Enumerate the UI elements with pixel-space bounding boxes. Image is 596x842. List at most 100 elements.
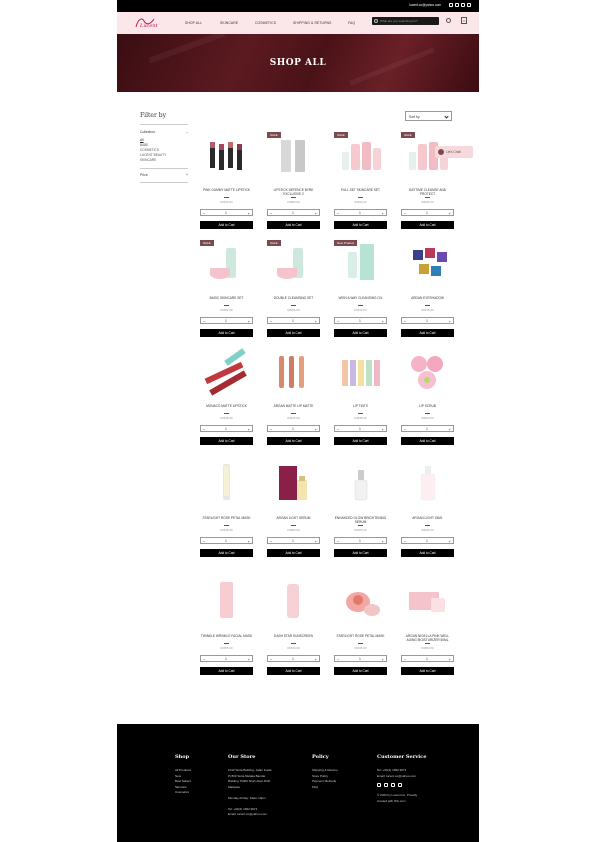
add-to-cart-button[interactable]: Add to Cart	[334, 329, 387, 337]
product-image[interactable]	[401, 576, 454, 629]
add-to-cart-button[interactable]: Add to Cart	[334, 221, 387, 229]
minus-icon[interactable]: −	[270, 657, 272, 662]
product-name[interactable]: DOUBLE CLEANSING SET	[267, 296, 320, 300]
youtube-icon[interactable]	[391, 783, 395, 787]
product-card[interactable]: LIP TINTS RM38.00 − 1 + Add to Cart	[334, 346, 387, 448]
instagram-icon[interactable]	[449, 3, 453, 7]
quantity-stepper[interactable]: − 1 +	[200, 317, 253, 324]
add-to-cart-button[interactable]: Add to Cart	[200, 329, 253, 337]
product-name[interactable]: FULL SET SKINCARE SET	[334, 188, 387, 192]
product-name[interactable]: BASIC SKINCARE SET	[200, 296, 253, 300]
minus-icon[interactable]: −	[270, 539, 272, 544]
minus-icon[interactable]: −	[203, 539, 205, 544]
minus-icon[interactable]: −	[337, 211, 339, 216]
product-card[interactable]: STARLIGHT ROSE PETAL MASK RM45.00 − 1 + …	[200, 458, 253, 560]
quantity-stepper[interactable]: − 1 +	[401, 209, 454, 216]
plus-icon[interactable]: +	[382, 319, 384, 324]
plus-icon[interactable]: +	[315, 427, 317, 432]
quantity-stepper[interactable]: − 1 +	[334, 317, 387, 324]
minus-icon[interactable]: −	[404, 427, 406, 432]
product-name[interactable]: LIP TINTS	[334, 404, 387, 408]
product-name[interactable]: ARGAN NIGELLA PINK WELL AGING MOISTURIZE…	[401, 634, 454, 642]
product-image[interactable]	[267, 458, 320, 511]
plus-icon[interactable]: +	[315, 539, 317, 544]
product-card[interactable]: SALE LIPSTICK DEFENCE BYRE EXCLUSIVE 2 R…	[267, 130, 320, 232]
nav-faq[interactable]: FAQ	[348, 21, 368, 25]
minus-icon[interactable]: −	[337, 539, 339, 544]
product-name[interactable]: DAYTIME CLEANSE AND PROTECT	[401, 188, 454, 196]
product-name[interactable]: DASH STAR SUNSCREEN	[267, 634, 320, 638]
plus-icon[interactable]: +	[382, 211, 384, 216]
minus-icon[interactable]: −	[270, 427, 272, 432]
product-image[interactable]	[334, 576, 387, 629]
add-to-cart-button[interactable]: Add to Cart	[334, 549, 387, 557]
quantity-stepper[interactable]: − 1 +	[267, 537, 320, 544]
plus-icon[interactable]: +	[382, 657, 384, 662]
account-icon[interactable]	[446, 18, 451, 23]
add-to-cart-button[interactable]: Add to Cart	[401, 329, 454, 337]
plus-icon[interactable]: +	[449, 539, 451, 544]
quantity-stepper[interactable]: − 1 +	[401, 317, 454, 324]
product-name[interactable]: LIPSTICK DEFENCE BYRE EXCLUSIVE 2	[267, 188, 320, 196]
plus-icon[interactable]: +	[248, 427, 250, 432]
product-image[interactable]	[200, 130, 253, 183]
product-card[interactable]: TWINKLE WRINKLE FACIAL MASK RM55.00 − 1 …	[200, 576, 253, 678]
product-card[interactable]: ARGAN LIGHT 15ML RM65.00 − 1 + Add to Ca…	[401, 458, 454, 560]
product-card[interactable]: New Product WISH A WAY CLEANSING OIL RM4…	[334, 238, 387, 340]
add-to-cart-button[interactable]: Add to Cart	[200, 667, 253, 675]
minus-icon[interactable]: −	[203, 211, 205, 216]
minus-icon[interactable]: −	[404, 211, 406, 216]
product-card[interactable]: LIP SCRUB RM20.00 − 1 + Add to Cart	[401, 346, 454, 448]
product-name[interactable]: TWINKLE WRINKLE FACIAL MASK	[200, 634, 253, 638]
product-image[interactable]	[200, 346, 253, 399]
footer-link[interactable]: Shipping & Returns	[312, 768, 338, 774]
quantity-stepper[interactable]: − 1 +	[334, 537, 387, 544]
minus-icon[interactable]: −	[404, 539, 406, 544]
plus-icon[interactable]: +	[315, 319, 317, 324]
minus-icon[interactable]: −	[203, 427, 205, 432]
search-input[interactable]: What are you searching for?	[372, 17, 439, 25]
chat-button[interactable]: Let's Chat!	[435, 146, 473, 158]
product-name[interactable]: ARGAN LIGHT SERUM	[267, 516, 320, 520]
logo[interactable]: Lucent	[132, 15, 160, 31]
twitter-icon[interactable]	[467, 3, 471, 7]
footer-link[interactable]: All Products	[175, 768, 191, 774]
product-card[interactable]: SALE DOUBLE CLEANSING SET RM55.00 − 1 + …	[267, 238, 320, 340]
quantity-stepper[interactable]: − 1 +	[401, 655, 454, 662]
product-name[interactable]: STARLIGHT ROSE PETAL MASK	[334, 634, 387, 638]
plus-icon[interactable]: +	[382, 427, 384, 432]
plus-icon[interactable]: +	[449, 319, 451, 324]
product-card[interactable]: MONACO MATTE LIPSTICK RM28.00 − 1 + Add …	[200, 346, 253, 448]
plus-icon[interactable]: +	[248, 211, 250, 216]
product-card[interactable]: ARGAN NIGELLA PINK WELL AGING MOISTURIZE…	[401, 576, 454, 678]
plus-icon[interactable]: +	[315, 657, 317, 662]
price-toggle[interactable]: Price +	[140, 173, 188, 177]
minus-icon[interactable]: −	[337, 319, 339, 324]
add-to-cart-button[interactable]: Add to Cart	[334, 437, 387, 445]
plus-icon[interactable]: +	[315, 211, 317, 216]
product-image[interactable]	[200, 458, 253, 511]
add-to-cart-button[interactable]: Add to Cart	[200, 549, 253, 557]
plus-icon[interactable]: +	[382, 539, 384, 544]
facebook-icon[interactable]	[455, 3, 459, 7]
minus-icon[interactable]: −	[270, 211, 272, 216]
product-name[interactable]: STARLIGHT ROSE PETAL MASK	[200, 516, 253, 520]
sort-dropdown[interactable]: Sort by	[405, 111, 452, 121]
product-image[interactable]	[334, 346, 387, 399]
add-to-cart-button[interactable]: Add to Cart	[267, 221, 320, 229]
minus-icon[interactable]: −	[270, 319, 272, 324]
collection-item-skincare[interactable]: SKINCARE	[140, 158, 188, 163]
quantity-stepper[interactable]: − 1 +	[267, 655, 320, 662]
product-name[interactable]: MONACO MATTE LIPSTICK	[200, 404, 253, 408]
footer-link[interactable]: Best Sellers	[175, 779, 191, 785]
product-image[interactable]	[267, 346, 320, 399]
add-to-cart-button[interactable]: Add to Cart	[267, 549, 320, 557]
quantity-stepper[interactable]: − 1 +	[401, 425, 454, 432]
product-card[interactable]: STARLIGHT ROSE PETAL MASK RM45.00 − 1 + …	[334, 576, 387, 678]
product-card[interactable]: ARDAN EYESHADOW RM45.00 − 1 + Add to Car…	[401, 238, 454, 340]
plus-icon[interactable]: +	[449, 427, 451, 432]
product-name[interactable]: WISH A WAY CLEANSING OIL	[334, 296, 387, 300]
minus-icon[interactable]: −	[337, 657, 339, 662]
add-to-cart-button[interactable]: Add to Cart	[200, 221, 253, 229]
product-name[interactable]: ENHANCED GLOW BRIGHTENING SERUM	[334, 516, 387, 524]
